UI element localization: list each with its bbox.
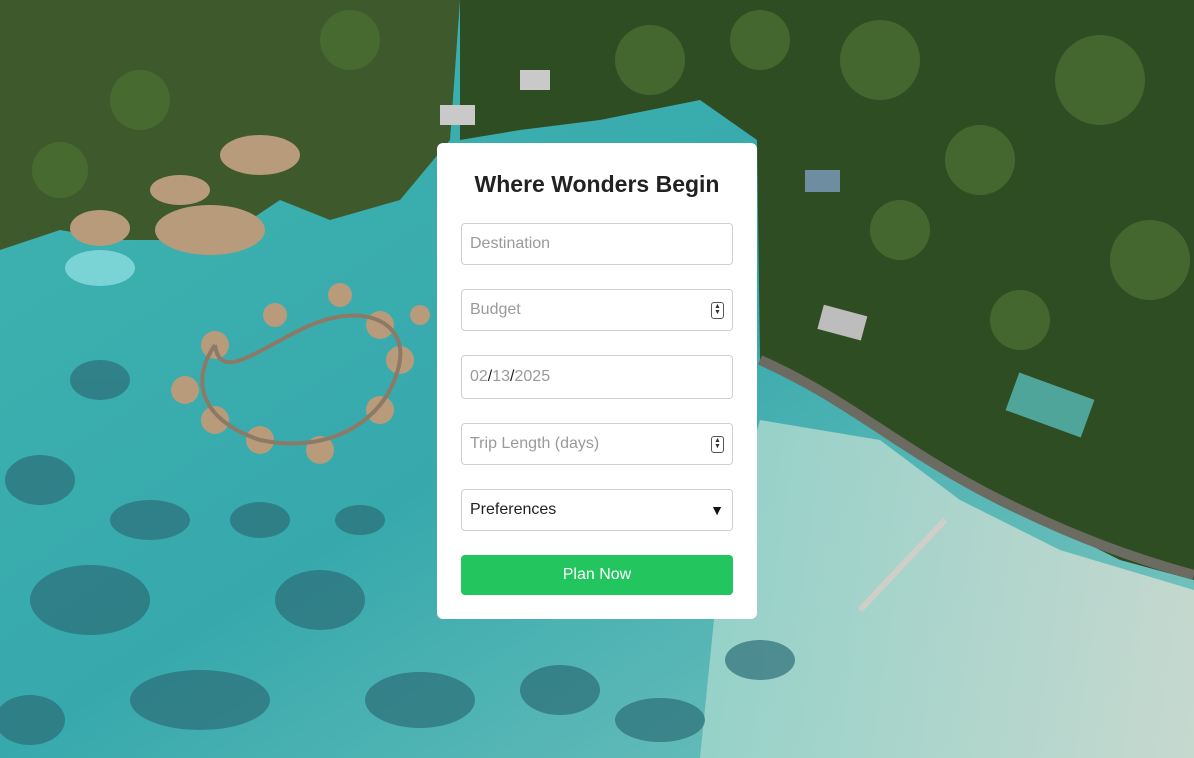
preferences-select[interactable]: Preferences ▼ [461, 489, 733, 531]
date-year[interactable]: 2025 [515, 368, 551, 385]
date-input[interactable]: 02/13/2025 [461, 355, 733, 399]
plan-now-button[interactable]: Plan Now [461, 555, 733, 595]
dropdown-arrow-icon: ▼ [710, 502, 724, 518]
number-stepper-icon[interactable]: ▲ ▼ [711, 435, 724, 453]
trip-length-input[interactable]: Trip Length (days) ▲ ▼ [461, 423, 733, 465]
trip-length-placeholder: Trip Length (days) [470, 435, 600, 452]
trip-planner-card: Where Wonders Begin Destination Budget ▲… [437, 143, 757, 619]
destination-input[interactable]: Destination [461, 223, 733, 265]
preferences-label: Preferences [470, 501, 557, 518]
date-month[interactable]: 02 [470, 368, 488, 385]
budget-placeholder: Budget [470, 301, 521, 318]
budget-input[interactable]: Budget ▲ ▼ [461, 289, 733, 331]
destination-placeholder: Destination [470, 235, 551, 252]
form-title: Where Wonders Begin [474, 171, 720, 197]
date-day[interactable]: 13 [492, 368, 510, 385]
number-stepper-icon[interactable]: ▲ ▼ [711, 301, 724, 319]
